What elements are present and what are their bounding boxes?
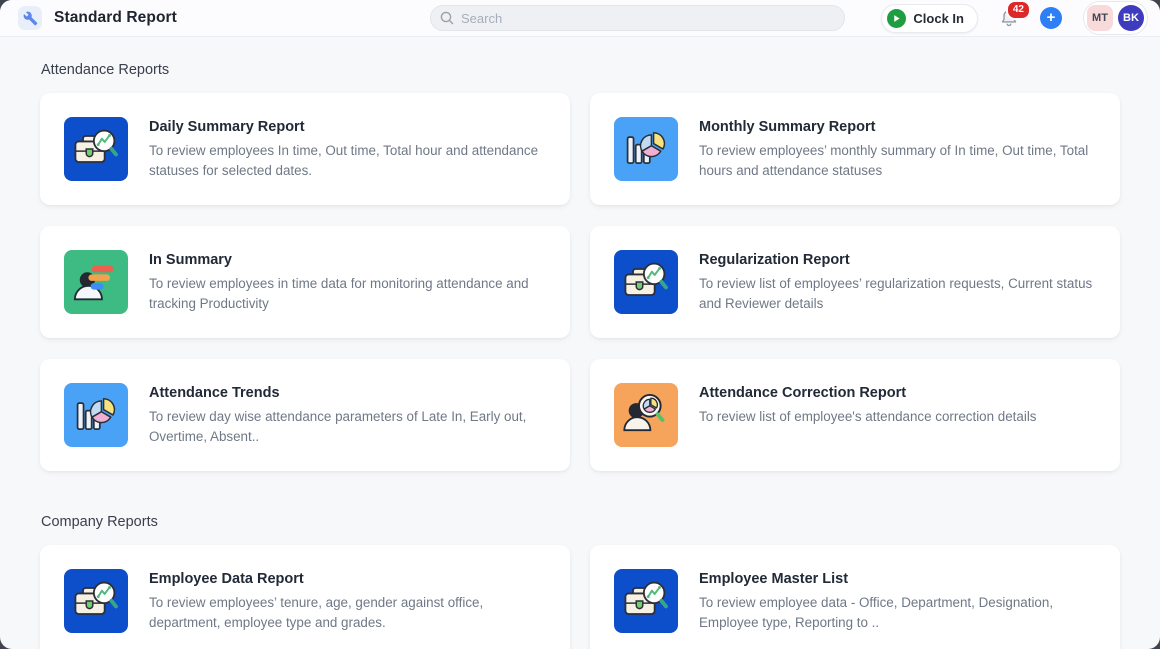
person-search-icon — [614, 383, 678, 447]
report-card[interactable]: Monthly Summary Report To review employe… — [590, 93, 1120, 205]
briefcase-search-icon — [614, 569, 678, 633]
search-icon — [439, 10, 455, 26]
card-text: In Summary To review employees in time d… — [149, 250, 546, 313]
card-text: Monthly Summary Report To review employe… — [699, 117, 1096, 180]
card-title: Attendance Trends — [149, 385, 546, 401]
card-text: Attendance Correction Report To review l… — [699, 383, 1037, 427]
report-card[interactable]: Daily Summary Report To review employees… — [40, 93, 570, 205]
card-title: Employee Data Report — [149, 571, 546, 587]
bar-pie-chart-icon — [614, 117, 678, 181]
report-card[interactable]: Attendance Trends To review day wise att… — [40, 359, 570, 471]
card-text: Employee Data Report To review employees… — [149, 569, 546, 632]
card-text: Attendance Trends To review day wise att… — [149, 383, 546, 446]
card-title: Employee Master List — [699, 571, 1096, 587]
card-description: To review employees In time, Out time, T… — [149, 141, 546, 180]
card-description: To review employee data - Office, Depart… — [699, 593, 1096, 632]
avatar-group[interactable]: MT BK — [1083, 1, 1148, 35]
card-title: Daily Summary Report — [149, 119, 546, 135]
card-title: In Summary — [149, 252, 546, 268]
card-description: To review day wise attendance parameters… — [149, 407, 546, 446]
clock-in-label: Clock In — [913, 11, 964, 26]
report-sections: Attendance Reports Daily Summary Report … — [0, 62, 1160, 649]
briefcase-search-icon — [614, 250, 678, 314]
person-bars-icon — [64, 250, 128, 314]
app-frame: Standard Report Clock In 42 — [0, 0, 1160, 649]
report-card[interactable]: Employee Data Report To review employees… — [40, 545, 570, 649]
section-title: Company Reports — [41, 514, 1120, 530]
card-description: To review employees’ tenure, age, gender… — [149, 593, 546, 632]
notification-badge: 42 — [1006, 0, 1031, 20]
report-card[interactable]: Employee Master List To review employee … — [590, 545, 1120, 649]
header-right: Clock In 42 + MT BK — [881, 1, 1142, 35]
card-description: To review employees’ monthly summary of … — [699, 141, 1096, 180]
card-description: To review list of employees’ regularizat… — [699, 274, 1096, 313]
section-title: Attendance Reports — [41, 62, 1120, 78]
header-left: Standard Report — [18, 6, 430, 30]
card-text: Regularization Report To review list of … — [699, 250, 1096, 313]
notifications-button[interactable]: 42 — [999, 8, 1019, 28]
clock-in-button[interactable]: Clock In — [881, 4, 978, 33]
add-button[interactable]: + — [1040, 7, 1062, 29]
card-title: Attendance Correction Report — [699, 385, 1037, 401]
section-grid: Daily Summary Report To review employees… — [40, 93, 1120, 471]
play-icon — [887, 9, 906, 28]
page-title: Standard Report — [54, 9, 177, 27]
report-card[interactable]: Attendance Correction Report To review l… — [590, 359, 1120, 471]
briefcase-search-icon — [64, 117, 128, 181]
section-grid: Employee Data Report To review employees… — [40, 545, 1120, 649]
bar-pie-chart-icon — [64, 383, 128, 447]
report-section: Company Reports Employee Data Report To … — [40, 514, 1120, 649]
report-card[interactable]: In Summary To review employees in time d… — [40, 226, 570, 338]
top-bar: Standard Report Clock In 42 — [0, 0, 1160, 37]
search-bar — [430, 5, 845, 31]
card-description: To review employees in time data for mon… — [149, 274, 546, 313]
report-card[interactable]: Regularization Report To review list of … — [590, 226, 1120, 338]
avatar[interactable]: MT — [1087, 5, 1113, 31]
card-title: Monthly Summary Report — [699, 119, 1096, 135]
avatar[interactable]: BK — [1118, 5, 1144, 31]
briefcase-search-icon — [64, 569, 128, 633]
search-input[interactable] — [430, 5, 845, 31]
report-section: Attendance Reports Daily Summary Report … — [40, 62, 1120, 471]
card-title: Regularization Report — [699, 252, 1096, 268]
card-description: To review list of employee's attendance … — [699, 407, 1037, 427]
card-text: Daily Summary Report To review employees… — [149, 117, 546, 180]
card-text: Employee Master List To review employee … — [699, 569, 1096, 632]
wrench-icon — [18, 6, 42, 30]
